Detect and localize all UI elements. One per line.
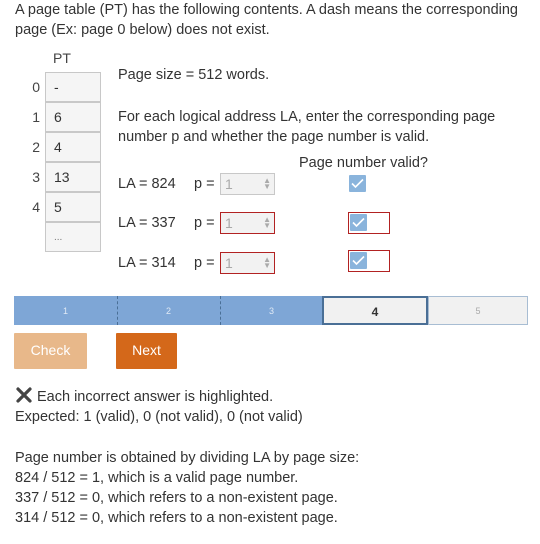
- progress-divider: [117, 296, 118, 325]
- progress-bar: 1 2 3 4 5: [14, 296, 528, 325]
- page-number-value: 1: [225, 176, 233, 192]
- explanation-line: 337 / 512 = 0, which refers to a non-exi…: [15, 490, 338, 506]
- x-mark-icon: [16, 387, 32, 403]
- page-table-cell: 6: [45, 102, 101, 132]
- progress-step-5[interactable]: 5: [428, 296, 528, 325]
- valid-checkbox-wrapper: [348, 250, 390, 272]
- check-icon: [352, 217, 365, 228]
- page-table-index: 4: [32, 199, 40, 215]
- page-table-cell: 4: [45, 132, 101, 162]
- page-number-value: 1: [225, 255, 233, 271]
- check-icon: [352, 255, 365, 266]
- page-table-row: ...: [26, 222, 106, 252]
- page-table-index: 3: [32, 169, 40, 185]
- feedback-expected: Expected: 1 (valid), 0 (not valid), 0 (n…: [15, 409, 303, 425]
- page-table-row: 2 4: [26, 132, 106, 162]
- p-label: p =: [194, 176, 215, 192]
- page-table-ellipsis: ...: [45, 222, 101, 252]
- progress-step-4[interactable]: 4: [322, 296, 428, 325]
- explanation: Page number is obtained by dividing LA b…: [15, 448, 359, 528]
- check-icon: [351, 178, 364, 189]
- page-table-header: PT: [53, 50, 71, 66]
- p-label: p =: [194, 255, 215, 271]
- valid-checkbox[interactable]: [350, 252, 367, 269]
- p-label: p =: [194, 215, 215, 231]
- page-table-row: 0 -: [26, 72, 106, 102]
- page-table-index: 2: [32, 139, 40, 155]
- page-table-cell: 5: [45, 192, 101, 222]
- page-number-input[interactable]: 1 ▲ ▼: [220, 252, 275, 274]
- valid-checkbox[interactable]: [350, 214, 367, 231]
- page-number-input[interactable]: 1 ▲ ▼: [220, 173, 275, 195]
- page-table-cell: 13: [45, 162, 101, 192]
- next-button[interactable]: Next: [116, 333, 177, 369]
- page-table-index: 1: [32, 109, 40, 125]
- la-label: LA = 337: [118, 215, 176, 231]
- feedback-message: Each incorrect answer is highlighted.: [37, 389, 274, 405]
- explanation-line: 824 / 512 = 1, which is a valid page num…: [15, 470, 299, 486]
- page-table-row: 4 5: [26, 192, 106, 222]
- page-table-index: 0: [32, 79, 40, 95]
- check-button[interactable]: Check: [14, 333, 87, 369]
- page-table-row: 3 13: [26, 162, 106, 192]
- valid-checkbox[interactable]: [349, 175, 366, 192]
- feedback: Each incorrect answer is highlighted. Ex…: [15, 386, 303, 427]
- spinner-icon[interactable]: ▲ ▼: [263, 256, 271, 270]
- intro-text: A page table (PT) has the following cont…: [15, 2, 518, 38]
- progress-step-2[interactable]: 2: [117, 296, 220, 325]
- page-number-value: 1: [225, 215, 233, 231]
- progress-divider: [220, 296, 221, 325]
- explanation-line: 314 / 512 = 0, which refers to a non-exi…: [15, 510, 338, 526]
- spinner-icon[interactable]: ▲ ▼: [263, 216, 271, 230]
- valid-column-header: Page number valid?: [299, 155, 428, 171]
- page-size-text: Page size = 512 words.: [118, 67, 270, 83]
- page-number-input[interactable]: 1 ▲ ▼: [220, 212, 275, 234]
- page-table-cell: -: [45, 72, 101, 102]
- la-label: LA = 314: [118, 255, 176, 271]
- progress-step-1[interactable]: 1: [14, 296, 117, 325]
- progress-step-3[interactable]: 3: [220, 296, 323, 325]
- valid-checkbox-wrapper: [348, 212, 390, 234]
- spinner-icon[interactable]: ▲ ▼: [263, 177, 271, 191]
- instructions-text: For each logical address LA, enter the c…: [118, 109, 496, 145]
- explanation-line: Page number is obtained by dividing LA b…: [15, 450, 360, 466]
- page-table-row: 1 6: [26, 102, 106, 132]
- valid-checkbox-wrapper: [348, 174, 390, 196]
- la-label: LA = 824: [118, 176, 176, 192]
